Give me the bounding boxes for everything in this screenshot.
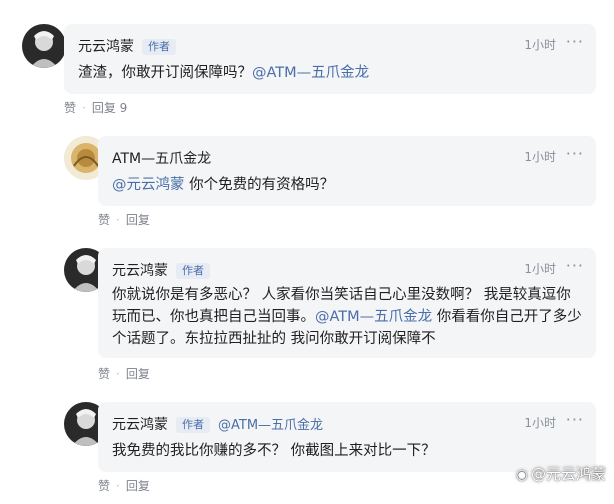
mention-link[interactable]: @ATM—五爪金龙 (315, 309, 432, 325)
comment-text: 渣渣，你敢开订阅保障吗？@ATM—五爪金龙 (78, 65, 370, 81)
comment-actions: 赞 · 回复 (98, 213, 150, 227)
comment-bubble: ATM—五爪金龙 1小时 ··· @元云鸿蒙 你个免费的有资格吗？ (98, 136, 596, 206)
timestamp: 1小时 (524, 38, 556, 52)
commenter-name[interactable]: 元云鸿蒙 (78, 39, 134, 55)
reply-button[interactable]: 回复 (126, 367, 150, 381)
comment-actions: 赞 · 回复 (98, 367, 150, 381)
comment-bubble: 元云鸿蒙 作者 1小时 ··· 你就说你是有多恶心？ 人家看你当笑话自己心里没数啊… (98, 248, 596, 358)
author-badge: 作者 (176, 263, 210, 279)
author-badge: 作者 (176, 417, 210, 433)
mention-link[interactable]: @ATM—五爪金龙 (252, 65, 369, 81)
like-button[interactable]: 赞 (64, 101, 76, 115)
comment-bubble: 元云鸿蒙 作者 1小时 ··· 渣渣，你敢开订阅保障吗？@ATM—五爪金龙 (64, 24, 596, 94)
more-options-icon[interactable]: ··· (566, 34, 584, 50)
timestamp: 1小时 (524, 150, 556, 164)
comment-actions: 赞 · 回复 (98, 479, 150, 493)
sketch-portrait-icon (22, 24, 66, 68)
watermark: ◉ @元云鸿蒙 (516, 463, 606, 484)
comment-text: 你就说你是有多恶心？ 人家看你当笑话自己心里没数啊？ 我是较真逗你玩而已、你也真… (112, 287, 582, 347)
comment-text: 我免费的我比你赚的多不？ 你截图上来对比一下？ (112, 443, 436, 459)
reply-button[interactable]: 回复 9 (92, 101, 127, 115)
comment-text: @元云鸿蒙 你个免费的有资格吗？ (112, 177, 335, 193)
commenter-name[interactable]: 元云鸿蒙 (112, 417, 168, 433)
like-button[interactable]: 赞 (98, 367, 110, 381)
watermark-text: @元云鸿蒙 (530, 465, 606, 483)
like-button[interactable]: 赞 (98, 213, 110, 227)
avatar[interactable] (22, 24, 66, 68)
weibo-icon: ◉ (515, 467, 528, 483)
comment-bubble: 元云鸿蒙 作者 @ATM—五爪金龙 1小时 ··· 我免费的我比你赚的多不？ 你截图… (98, 402, 596, 472)
comment-actions: 赞 · 回复 9 (64, 101, 128, 115)
mention-link[interactable]: @元云鸿蒙 (112, 177, 185, 193)
more-options-icon[interactable]: ··· (566, 412, 584, 428)
mention-link[interactable]: @ATM—五爪金龙 (218, 418, 323, 433)
author-badge: 作者 (142, 39, 176, 55)
timestamp: 1小时 (524, 262, 556, 276)
timestamp: 1小时 (524, 416, 556, 430)
more-options-icon[interactable]: ··· (566, 146, 584, 162)
reply-button[interactable]: 回复 (126, 479, 150, 493)
like-button[interactable]: 赞 (98, 479, 110, 493)
reply-button[interactable]: 回复 (126, 213, 150, 227)
commenter-name[interactable]: ATM—五爪金龙 (112, 151, 211, 167)
commenter-name[interactable]: 元云鸿蒙 (112, 263, 168, 279)
more-options-icon[interactable]: ··· (566, 258, 584, 274)
